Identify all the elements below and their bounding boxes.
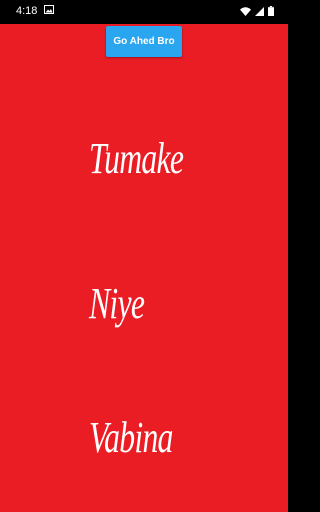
screen: 4:18 Go Ahed Bro Tumake Niye Vabina: [0, 0, 288, 512]
word-vabina: Vabina: [89, 413, 173, 462]
status-icons: [240, 5, 274, 17]
status-time: 4:18: [16, 5, 38, 17]
image-icon: [44, 5, 54, 14]
wifi-icon: [240, 6, 251, 16]
battery-icon: [268, 6, 274, 16]
signal-icon: [255, 6, 264, 16]
word-tumake: Tumake: [89, 134, 184, 183]
word-niye: Niye: [89, 279, 145, 328]
status-bar: 4:18: [0, 0, 288, 24]
go-ahed-bro-button[interactable]: Go Ahed Bro: [106, 26, 182, 57]
